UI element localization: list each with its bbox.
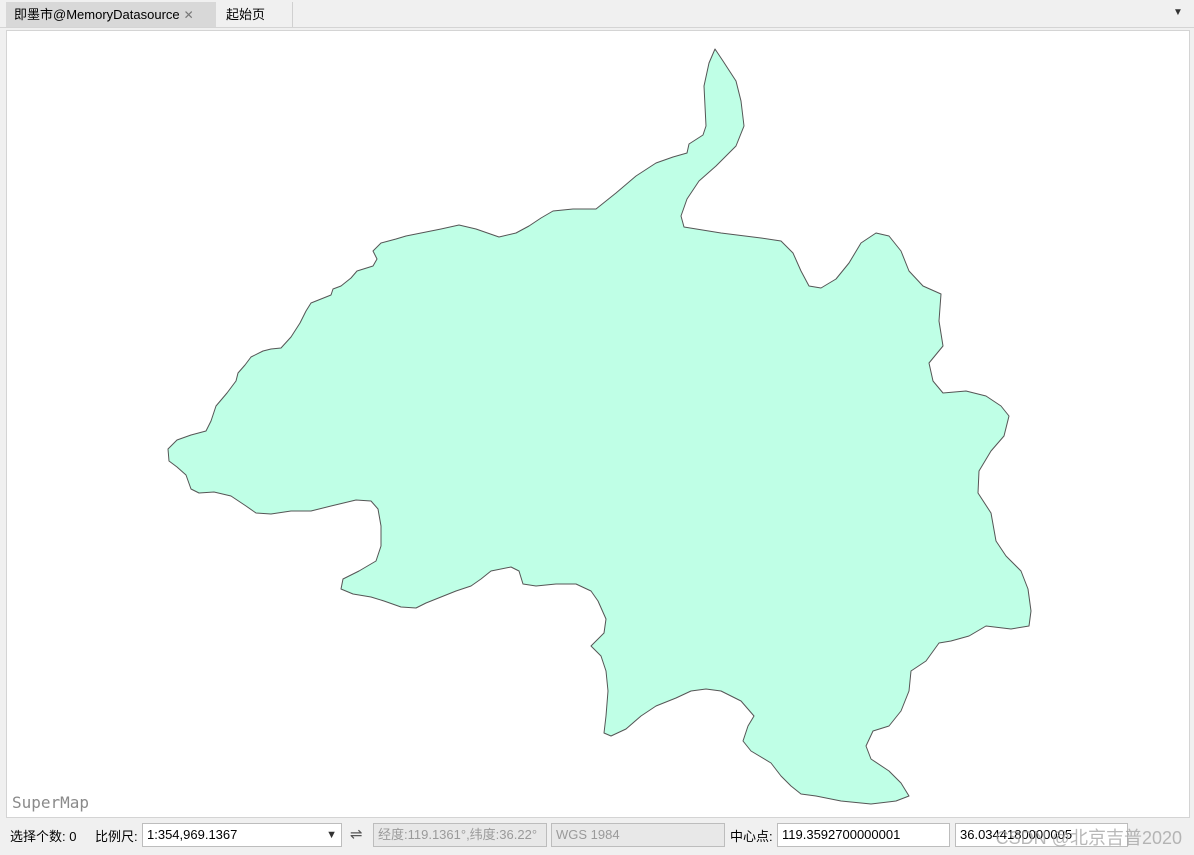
scale-combobox[interactable]: 1:354,969.1367 ▼ xyxy=(142,823,342,847)
map-canvas[interactable] xyxy=(7,31,1190,818)
crs-field: WGS 1984 xyxy=(551,823,725,847)
region-polygon[interactable] xyxy=(167,48,1032,805)
tab-map-window[interactable]: 即墨市@MemoryDatasource ✕ xyxy=(6,2,216,27)
center-x-input[interactable]: 119.3592700000001 xyxy=(777,823,950,847)
close-icon[interactable]: ✕ xyxy=(184,8,194,22)
map-view[interactable]: SuperMap xyxy=(6,30,1190,818)
coordinate-readout: 经度:119.1361°,纬度:36.22° xyxy=(373,823,547,847)
chevron-down-icon[interactable]: ▼ xyxy=(1170,4,1186,22)
selection-count: 选择个数: 0 xyxy=(10,829,77,844)
status-bar: 选择个数: 0 比例尺: 1:354,969.1367 ▼ ⇌ 经度:119.1… xyxy=(0,820,1194,855)
document-tab-bar: 即墨市@MemoryDatasource ✕ 起始页 ▼ xyxy=(0,0,1194,28)
tab-map-window-label: 即墨市@MemoryDatasource xyxy=(14,7,180,22)
swap-icon[interactable]: ⇌ xyxy=(350,825,363,843)
center-label: 中心点: xyxy=(730,829,773,844)
tab-start-page-label: 起始页 xyxy=(226,7,266,22)
scale-value: 1:354,969.1367 xyxy=(147,827,238,842)
tab-start-page[interactable]: 起始页 xyxy=(218,2,293,27)
center-y-input[interactable]: 36.0344180000005 xyxy=(955,823,1128,847)
chevron-down-icon[interactable]: ▼ xyxy=(326,824,337,846)
scale-label: 比例尺: xyxy=(95,829,138,844)
supermap-logo: SuperMap xyxy=(12,793,90,812)
